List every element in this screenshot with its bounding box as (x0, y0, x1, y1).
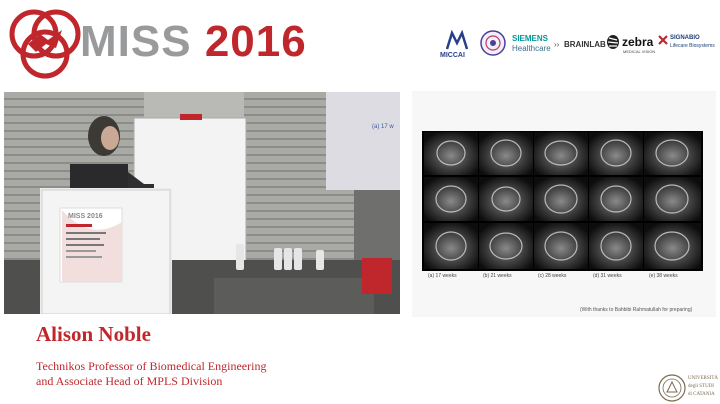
seal-line3: di CATANIA (688, 392, 715, 397)
slide-caption-e: (e) 38 weeks (649, 273, 678, 279)
sponsor-siemens-sub: Healthcare (512, 44, 551, 53)
sponsor-brainlab: BRAINLAB (564, 40, 606, 49)
lectern-poster-title: MISS 2016 (68, 213, 103, 220)
slide-credit: (With thanks to Bahbibi Rahmatullah for … (580, 307, 693, 313)
miccai-logo-icon (446, 30, 468, 50)
event-title-part2: 2016 (204, 17, 307, 66)
event-title-part1: MISS (80, 17, 192, 66)
lecture-room-scene (4, 92, 400, 314)
slide-caption-a: (a) 17 weeks (428, 273, 457, 279)
speaker-video: (a) 17 w MISS 2016 (4, 92, 400, 314)
sponsor-signabio-sub: Lifecare Biosystems (670, 43, 715, 49)
background-slide-caption: (a) 17 w (372, 124, 394, 130)
brainlab-arrow-icon: ›› (554, 40, 560, 49)
seal-line2: degli STUDI (688, 384, 714, 389)
miss-logo-icon (9, 9, 81, 79)
seal-line1: UNIVERSITÀ (688, 376, 718, 381)
sponsor-logos: MICCAI SIEMENS Healthcare ›› BRAINLAB ze… (440, 26, 720, 66)
slide-caption-c: (c) 28 weeks (538, 273, 567, 279)
speaker-name: Alison Noble (36, 322, 151, 346)
slide-caption-d: (d) 31 weeks (593, 273, 622, 279)
society-badge-icon (480, 30, 506, 56)
sponsor-signabio: SIGNABIO (670, 35, 700, 41)
speaker-title-line1: Technikos Professor of Biomedical Engine… (36, 359, 267, 373)
speaker-title-line2: and Associate Head of MPLS Division (36, 374, 223, 388)
signabio-mark-icon (658, 35, 668, 45)
sponsor-zebra-sub: MEDICAL VISION (623, 49, 656, 54)
ultrasound-image-grid (412, 91, 716, 317)
zebra-logo-icon (607, 35, 619, 49)
presentation-slide: (a) 17 weeks (b) 21 weeks (c) 28 weeks (… (412, 91, 716, 317)
header: MISS 2016 MICCAI SIEMENS Healthcare ›› B… (0, 0, 720, 88)
university-seal: UNIVERSITÀ degli STUDI di CATANIA (658, 372, 720, 404)
sponsor-miccai: MICCAI (440, 52, 465, 59)
slide-caption-b: (b) 21 weeks (483, 273, 512, 279)
sponsor-zebra: zebra (622, 35, 654, 49)
sponsor-siemens: SIEMENS (512, 34, 549, 43)
event-title: MISS 2016 (80, 20, 307, 64)
university-seal-icon (658, 374, 686, 402)
